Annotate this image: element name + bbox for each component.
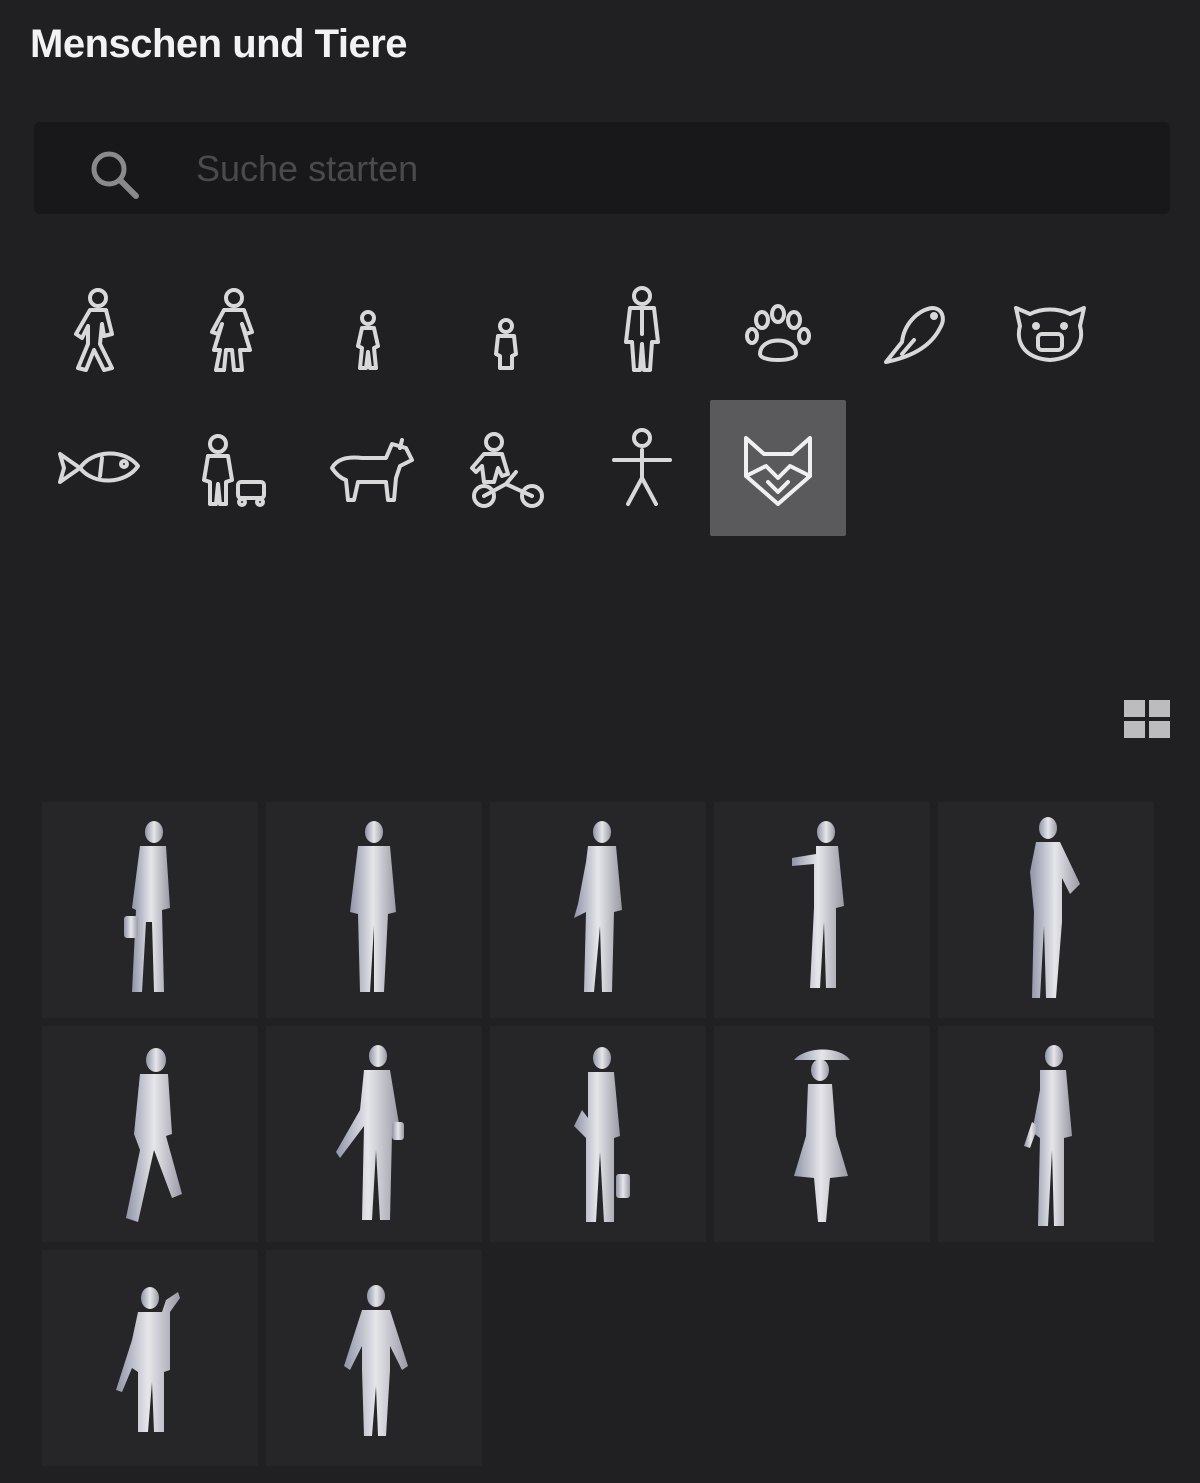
person-model-thumbnail [350,821,396,992]
person-model-thumbnail [574,1047,630,1222]
category-woman[interactable] [166,264,302,400]
toddler-icon [494,318,518,370]
category-businessman[interactable] [574,264,710,400]
person-on-bicycle-icon [470,432,544,508]
category-walking-man[interactable] [30,264,166,400]
stick-figure-icon [612,428,672,506]
category-paw[interactable] [710,264,846,400]
person-model-thumbnail [126,1048,182,1222]
category-person-on-bicycle[interactable] [438,400,574,536]
category-fish[interactable] [30,400,166,536]
person-with-stroller-icon [202,434,266,507]
category-fox[interactable] [710,400,846,536]
result-tile[interactable] [42,802,258,1018]
category-person-with-stroller[interactable] [166,400,302,536]
person-model-thumbnail [336,1045,404,1220]
panel-title: Menschen und Tiere [30,22,408,66]
fox-icon [744,436,812,506]
bird-icon [884,306,945,364]
result-tile[interactable] [490,802,706,1018]
paw-icon [745,304,811,362]
person-model-thumbnail [124,821,170,992]
fish-icon [58,451,140,484]
result-tile[interactable] [938,802,1154,1018]
person-model-thumbnail [792,821,844,988]
woman-icon [210,288,254,372]
category-bird[interactable] [846,264,982,400]
category-dog[interactable] [302,400,438,536]
person-model-thumbnail [1024,1045,1072,1226]
result-tile[interactable] [938,1026,1154,1242]
category-pig[interactable] [982,264,1118,400]
search-icon [91,151,139,199]
result-tile[interactable] [266,802,482,1018]
person-model-thumbnail [794,1049,850,1222]
result-tile[interactable] [42,1026,258,1242]
result-tile[interactable] [714,802,930,1018]
result-tile[interactable] [714,1026,930,1242]
person-model-thumbnail [116,1287,180,1432]
child-icon [356,310,380,370]
person-model-thumbnail [574,821,622,992]
dog-icon [330,438,414,502]
search-bar[interactable] [34,122,1170,214]
person-model-thumbnail [1030,817,1080,998]
pig-icon [1014,306,1086,362]
result-tile[interactable] [42,1250,258,1466]
person-model-thumbnail [344,1285,408,1436]
category-stick-figure[interactable] [574,400,710,536]
walking-man-icon [74,288,114,372]
result-tile[interactable] [490,1026,706,1242]
result-tile[interactable] [266,1250,482,1466]
grid-view-icon[interactable] [1122,698,1172,740]
result-tile[interactable] [266,1026,482,1242]
category-toddler[interactable] [438,264,574,400]
businessman-icon [624,286,660,372]
category-child[interactable] [302,264,438,400]
search-input[interactable] [194,142,1098,196]
